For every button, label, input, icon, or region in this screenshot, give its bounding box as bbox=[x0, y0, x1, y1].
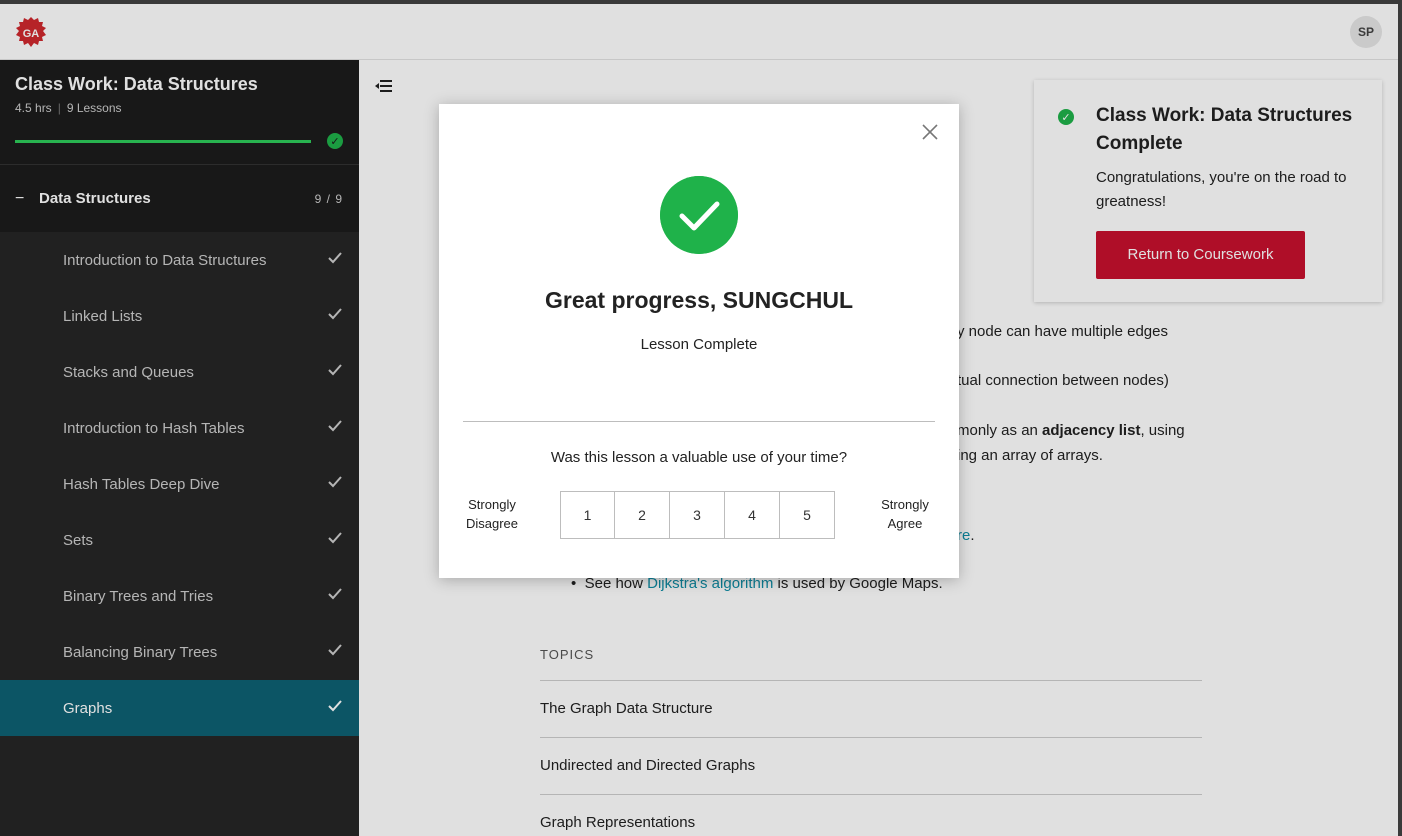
divider bbox=[463, 421, 935, 422]
modal-title: Great progress, SUNGCHUL bbox=[544, 287, 853, 313]
modal-subtitle: Lesson Complete bbox=[640, 336, 758, 353]
check-circle-icon bbox=[660, 176, 738, 254]
lesson-complete-modal: Great progress, SUNGCHUL Lesson Complete… bbox=[439, 104, 959, 578]
app-window: GA SP Class Work: Data Structures 4.5 hr… bbox=[0, 4, 1398, 836]
rating-scale: 1 2 3 4 5 bbox=[560, 491, 835, 539]
feedback-question: Was this lesson a valuable use of your t… bbox=[550, 449, 848, 466]
rating-option-3[interactable]: 3 bbox=[669, 492, 724, 538]
rating-option-1[interactable]: 1 bbox=[561, 492, 614, 538]
rating-option-4[interactable]: 4 bbox=[724, 492, 779, 538]
scale-label-disagree: Strongly Disagree bbox=[465, 497, 519, 531]
rating-option-5[interactable]: 5 bbox=[779, 492, 834, 538]
close-icon[interactable] bbox=[921, 123, 939, 141]
scale-label-agree: Strongly Agree bbox=[881, 497, 929, 531]
rating-option-2[interactable]: 2 bbox=[614, 492, 669, 538]
